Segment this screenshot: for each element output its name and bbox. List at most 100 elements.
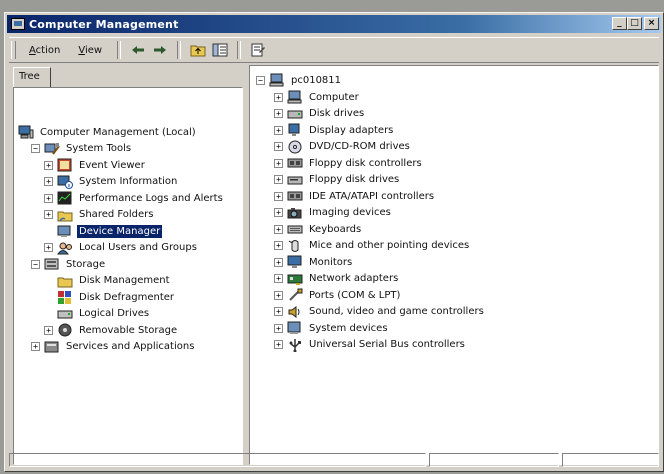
device-category-network-adapters[interactable]: + Network adapters xyxy=(274,271,400,287)
device-manager-icon xyxy=(57,224,73,238)
device-root[interactable]: − pc010811 xyxy=(256,72,343,88)
tree-item-system-information[interactable]: + System Information xyxy=(44,174,179,190)
expand-toggle[interactable]: + xyxy=(274,191,283,201)
device-category-disk-drives[interactable]: + Disk drives xyxy=(274,106,366,122)
computer-management-app-icon xyxy=(11,18,25,30)
computer-management-window: Computer Management _ □ × Action View Tr… xyxy=(4,12,664,472)
system-device-icon xyxy=(287,321,303,335)
device-category-floppy-disk-controllers[interactable]: + Floppy disk controllers xyxy=(274,155,424,171)
system-information-icon xyxy=(57,175,73,189)
tree-item-label: Removable Storage xyxy=(79,324,178,336)
tree-item-computer-management-local[interactable]: Computer Management (Local) xyxy=(18,124,198,140)
expand-toggle[interactable]: + xyxy=(44,243,53,252)
console-tree[interactable]: Computer Management (Local) − System Tools… xyxy=(13,87,243,465)
expand-toggle[interactable]: + xyxy=(44,325,53,335)
device-category-ide-ata-atapi-controllers[interactable]: + IDE ATA/ATAPI controllers xyxy=(274,188,436,204)
expand-toggle[interactable]: + xyxy=(274,125,283,135)
floppy-drive-icon xyxy=(287,173,303,187)
collapse-toggle[interactable]: − xyxy=(256,75,265,85)
expand-toggle[interactable]: + xyxy=(44,160,53,170)
tree-item-disk-management[interactable]: Disk Management xyxy=(44,273,172,289)
expand-toggle[interactable]: + xyxy=(274,241,283,250)
tree-item-event-viewer[interactable]: + Event Viewer xyxy=(44,157,147,173)
tree-item-logical-drives[interactable]: Logical Drives xyxy=(44,306,151,322)
expand-toggle[interactable]: + xyxy=(44,177,53,186)
tree-item-performance-logs-and-alerts[interactable]: + Performance Logs and Alerts xyxy=(44,190,225,206)
tree-item-shared-folders[interactable]: + Shared Folders xyxy=(44,207,156,223)
tree-item-disk-defragmenter[interactable]: Disk Defragmenter xyxy=(44,289,176,305)
window-title: Computer Management xyxy=(29,17,179,31)
device-category-computer[interactable]: + Computer xyxy=(274,89,361,105)
show-hide-tree-icon xyxy=(212,43,228,57)
menu-action[interactable]: Action xyxy=(20,45,69,56)
tree-item-system-tools[interactable]: − System Tools xyxy=(31,141,133,157)
tree-item-removable-storage[interactable]: + Removable Storage xyxy=(44,322,179,338)
tree-item-device-manager[interactable]: Device Manager xyxy=(44,223,163,239)
expand-toggle[interactable]: + xyxy=(44,210,53,219)
device-category-display-adapters[interactable]: + Display adapters xyxy=(274,122,395,138)
collapse-toggle[interactable]: − xyxy=(31,259,40,269)
tree-item-label: System Tools xyxy=(66,143,132,154)
expand-toggle[interactable]: + xyxy=(274,109,283,118)
keyboard-icon xyxy=(287,222,303,236)
menu-view[interactable]: View xyxy=(69,45,111,56)
expand-toggle[interactable]: + xyxy=(274,257,283,267)
title-bar[interactable]: Computer Management _ □ × xyxy=(7,15,661,33)
back-button[interactable] xyxy=(129,41,147,59)
device-category-universal-serial-bus-controllers[interactable]: + Universal Serial Bus controllers xyxy=(274,337,467,353)
properties-button[interactable] xyxy=(249,41,267,59)
back-arrow-icon xyxy=(132,46,145,54)
tab-tree[interactable]: Tree xyxy=(13,67,51,87)
expand-toggle[interactable]: + xyxy=(274,208,283,217)
expand-toggle[interactable]: + xyxy=(44,193,53,203)
device-category-dvd-cd-rom-drives[interactable]: + DVD/CD-ROM drives xyxy=(274,139,412,155)
expand-toggle[interactable]: + xyxy=(274,323,283,333)
tree-item-storage[interactable]: − Storage xyxy=(31,256,107,272)
device-category-imaging-devices[interactable]: + Imaging devices xyxy=(274,205,393,221)
port-icon xyxy=(287,288,303,302)
expand-toggle[interactable]: + xyxy=(274,142,283,151)
expand-toggle[interactable]: + xyxy=(274,307,283,316)
device-category-mice-and-other-pointing-devices[interactable]: + Mice and other pointing devices xyxy=(274,238,471,254)
tree-item-label: Device Manager xyxy=(77,224,163,238)
device-category-label: Computer xyxy=(309,91,359,103)
collapse-toggle[interactable]: − xyxy=(31,144,40,153)
tree-item-services-and-applications[interactable]: + Services and Applications xyxy=(31,339,196,355)
device-list-pane[interactable]: − pc010811 + Computer + Disk drives + Display a… xyxy=(249,65,659,465)
expand-toggle[interactable]: + xyxy=(274,274,283,283)
expand-toggle[interactable]: + xyxy=(274,224,283,234)
monitor-icon xyxy=(287,255,303,269)
toolbar-grip[interactable] xyxy=(11,41,16,59)
device-category-label: Ports (COM & LPT) xyxy=(309,289,401,301)
show-hide-tree-button[interactable] xyxy=(211,41,229,59)
expand-toggle[interactable]: + xyxy=(274,290,283,300)
expand-toggle[interactable]: + xyxy=(274,92,283,102)
device-category-sound-video-and-game-controllers[interactable]: + Sound, video and game controllers xyxy=(274,304,486,320)
system-tools-icon xyxy=(44,142,60,156)
device-category-label: DVD/CD-ROM drives xyxy=(309,141,410,152)
expand-toggle[interactable]: + xyxy=(31,342,40,351)
tree-item-label: Shared Folders xyxy=(79,209,154,220)
minimize-button[interactable]: _ xyxy=(612,17,627,30)
storage-icon xyxy=(44,257,60,271)
tree-item-local-users-and-groups[interactable]: + Local Users and Groups xyxy=(44,240,199,256)
computer-management-icon xyxy=(18,125,34,139)
computer-icon xyxy=(287,90,303,104)
up-level-button[interactable] xyxy=(189,41,207,59)
device-category-system-devices[interactable]: + System devices xyxy=(274,320,390,336)
forward-button[interactable] xyxy=(151,41,169,59)
device-category-monitors[interactable]: + Monitors xyxy=(274,254,354,270)
tree-item-label: Storage xyxy=(66,258,106,270)
expand-toggle[interactable]: + xyxy=(274,158,283,168)
device-category-label: Disk drives xyxy=(309,108,365,119)
device-category-keyboards[interactable]: + Keyboards xyxy=(274,221,363,237)
close-button[interactable]: × xyxy=(644,17,659,30)
toolbar-separator xyxy=(117,41,122,59)
expand-toggle[interactable]: + xyxy=(274,175,283,184)
device-category-ports-com-lpt[interactable]: + Ports (COM & LPT) xyxy=(274,287,402,303)
device-category-label: Mice and other pointing devices xyxy=(309,240,470,251)
maximize-button[interactable]: □ xyxy=(627,17,642,30)
device-category-floppy-disk-drives[interactable]: + Floppy disk drives xyxy=(274,172,401,188)
controller-icon xyxy=(287,156,303,170)
expand-toggle[interactable]: + xyxy=(274,340,283,349)
